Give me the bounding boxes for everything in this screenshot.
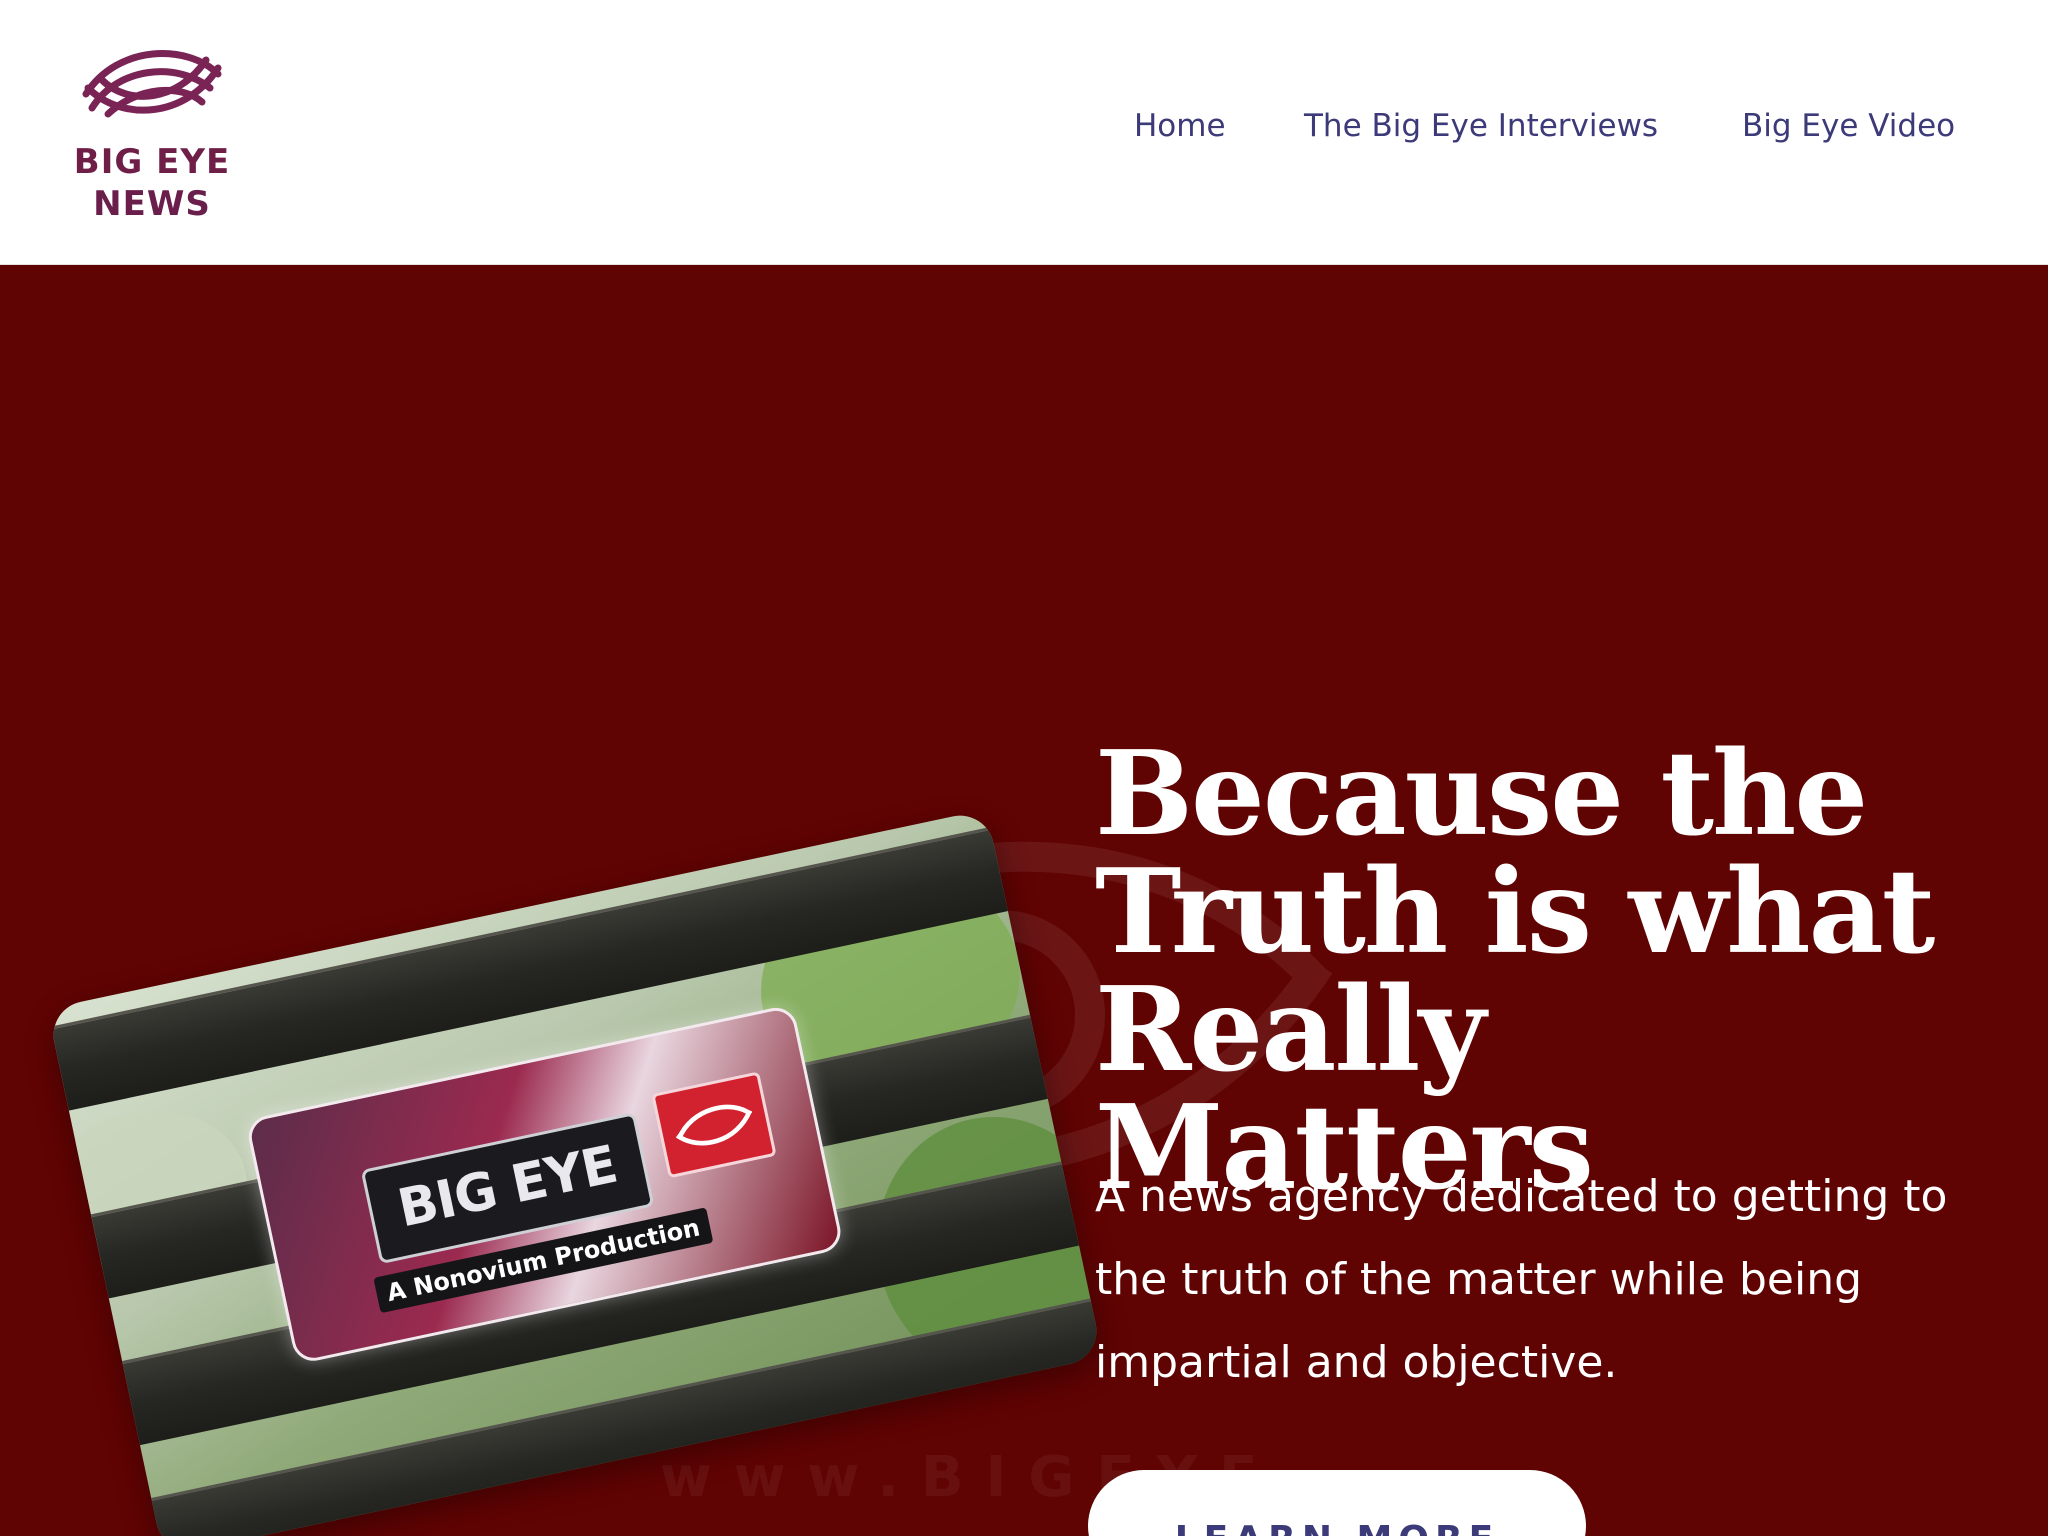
hero-headline: Because the Truth is what Really Matters bbox=[1095, 726, 1935, 1216]
nav-big-eye-interviews[interactable]: The Big Eye Interviews bbox=[1304, 108, 1658, 144]
logo-text-line2: NEWS bbox=[93, 184, 211, 224]
hero-section: www.BIGEYE BIG EYE A Nonovium Production bbox=[0, 265, 2048, 1536]
learn-more-button[interactable]: LEARN MORE bbox=[1088, 1470, 1586, 1536]
sign-eye-badge-icon bbox=[651, 1071, 777, 1179]
nav-big-eye-video[interactable]: Big Eye Video bbox=[1742, 108, 1955, 144]
learn-more-label: LEARN MORE bbox=[1175, 1519, 1500, 1536]
main-nav: Home The Big Eye Interviews Big Eye Vide… bbox=[0, 108, 2048, 152]
nav-home[interactable]: Home bbox=[1134, 108, 1226, 144]
hero-subtext: A news agency dedicated to getting to th… bbox=[1095, 1171, 1948, 1388]
site-header: BIG EYE NEWS Home The Big Eye Interviews… bbox=[0, 0, 2048, 265]
